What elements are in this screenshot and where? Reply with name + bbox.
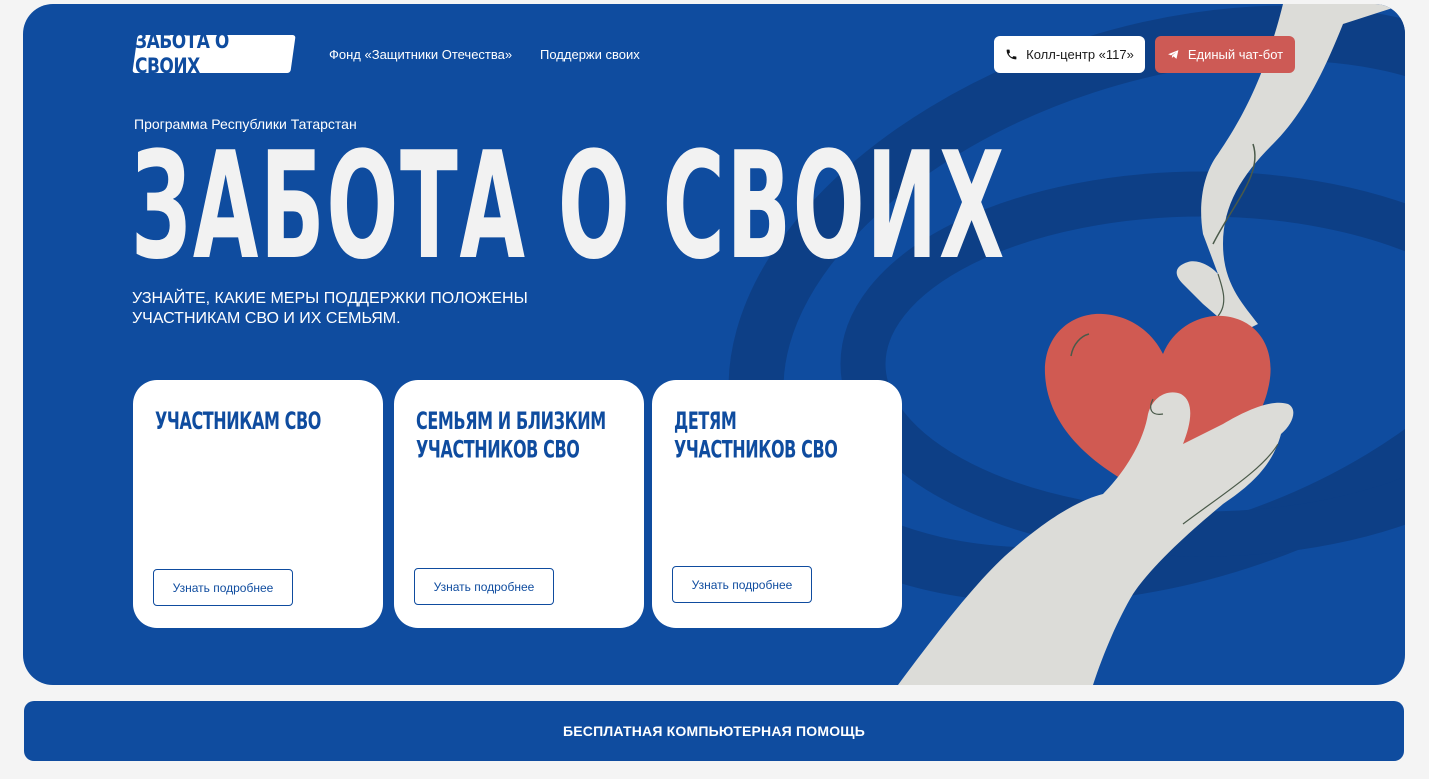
call-center-button[interactable]: Колл-центр «117» bbox=[994, 36, 1145, 73]
nav-link-support[interactable]: Поддержи своих bbox=[540, 47, 640, 62]
card-participants[interactable]: Участникам СВО Узнать подробнее bbox=[133, 380, 383, 628]
card-title: Семьям и близким участников СВО bbox=[416, 406, 606, 464]
hero-section: ЗАБОТА О СВОИХ Фонд «Защитники Отечества… bbox=[23, 4, 1405, 685]
learn-more-button[interactable]: Узнать подробнее bbox=[414, 568, 554, 605]
telegram-plane-icon bbox=[1167, 48, 1180, 61]
learn-more-button[interactable]: Узнать подробнее bbox=[153, 569, 293, 606]
chat-bot-label: Единый чат-бот bbox=[1187, 47, 1284, 62]
learn-more-button[interactable]: Узнать подробнее bbox=[672, 566, 812, 603]
call-center-label: Колл-центр «117» bbox=[1026, 47, 1134, 62]
card-title: Детям участников СВО bbox=[674, 406, 838, 464]
nav-link-fund[interactable]: Фонд «Защитники Отечества» bbox=[329, 47, 512, 62]
chat-bot-button[interactable]: Единый чат-бот bbox=[1155, 36, 1295, 73]
card-families[interactable]: Семьям и близким участников СВО Узнать п… bbox=[394, 380, 644, 628]
banner-label: БЕСПЛАТНАЯ КОМПЬЮТЕРНАЯ ПОМОЩЬ bbox=[562, 723, 866, 739]
page-title: ЗАБОТА О СВОИХ bbox=[131, 119, 1006, 293]
free-computer-help-banner[interactable]: БЕСПЛАТНАЯ КОМПЬЮТЕРНАЯ ПОМОЩЬ bbox=[24, 701, 1404, 761]
phone-icon bbox=[1005, 48, 1018, 61]
card-children[interactable]: Детям участников СВО Узнать подробнее bbox=[652, 380, 902, 628]
card-title: Участникам СВО bbox=[155, 406, 321, 435]
hero-subtitle: Узнайте, какие меры поддержки положены у… bbox=[132, 290, 528, 327]
site-logo[interactable]: ЗАБОТА О СВОИХ bbox=[132, 29, 296, 79]
